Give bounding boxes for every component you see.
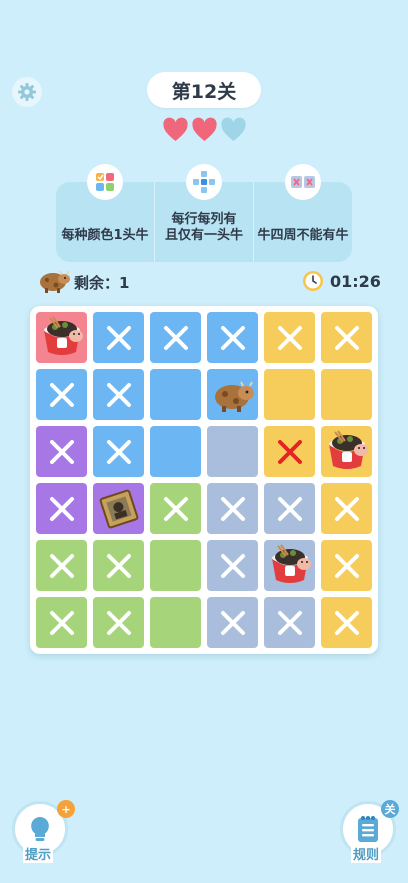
gear-icon xyxy=(18,83,36,101)
x-mark-icon xyxy=(275,494,305,524)
board-cell[interactable] xyxy=(93,597,144,648)
x-mark-icon xyxy=(218,323,248,353)
x-mark-icon xyxy=(332,551,362,581)
board-cell[interactable] xyxy=(36,483,87,534)
x-mark-icon xyxy=(47,494,77,524)
x-mark-icon xyxy=(104,551,134,581)
x-mark-icon xyxy=(104,323,134,353)
cow-icon xyxy=(40,270,70,293)
rules-label: 规则 xyxy=(351,844,382,863)
board-cell[interactable] xyxy=(264,426,315,477)
level-title-text: 第12关 xyxy=(171,80,237,103)
board-cell[interactable] xyxy=(321,369,372,420)
x-mark-icon xyxy=(104,608,134,638)
board-cell[interactable] xyxy=(93,426,144,477)
x-mark-icon xyxy=(47,608,77,638)
rule-one-per-row-column: 每行每列有 且仅有一头牛 xyxy=(154,164,253,262)
x-mark-icon xyxy=(218,608,248,638)
x-mark-icon xyxy=(161,323,191,353)
color-grid-icon xyxy=(87,164,123,200)
cow-bowl-icon xyxy=(323,429,371,474)
board-cell[interactable] xyxy=(264,369,315,420)
board-cell[interactable] xyxy=(264,312,315,363)
board-cell[interactable] xyxy=(150,369,201,420)
hint-label: 提示 xyxy=(23,844,54,863)
no-adjacent-icon xyxy=(285,164,321,200)
hint-plus-badge: + xyxy=(57,800,75,818)
rules-badge: 关 xyxy=(381,800,399,818)
board-cell[interactable] xyxy=(150,540,201,591)
board-cell[interactable] xyxy=(321,426,372,477)
board-cell[interactable] xyxy=(321,597,372,648)
x-mark-icon xyxy=(104,437,134,467)
board-cell[interactable] xyxy=(150,426,201,477)
heart-empty-icon xyxy=(220,117,247,145)
rules-panel: 每种颜色1头牛 每行每列有 且仅有一头牛 牛四周不能有牛 xyxy=(56,164,352,262)
lightbulb-icon xyxy=(31,817,49,841)
board-cell[interactable] xyxy=(36,597,87,648)
board-cell[interactable] xyxy=(150,597,201,648)
board-cell[interactable] xyxy=(93,483,144,534)
board-cell[interactable] xyxy=(207,597,258,648)
board-cell[interactable] xyxy=(150,483,201,534)
heart-full-icon xyxy=(162,117,189,145)
brown-cow-icon xyxy=(210,375,256,415)
rule-text: 每种颜色1头牛 xyxy=(61,228,149,243)
board-cell[interactable] xyxy=(93,369,144,420)
board-cell[interactable] xyxy=(93,540,144,591)
board-cell[interactable] xyxy=(321,540,372,591)
row-column-cross-icon xyxy=(186,164,222,200)
rules-document-icon xyxy=(358,816,378,842)
timer: 01:26 xyxy=(330,272,381,291)
board-cell[interactable] xyxy=(207,312,258,363)
rule-text: 牛四周不能有牛 xyxy=(257,228,349,243)
settings-button[interactable] xyxy=(12,77,42,107)
puzzle-board xyxy=(30,306,378,654)
clock-icon xyxy=(303,271,323,291)
board-cell[interactable] xyxy=(207,483,258,534)
x-mark-icon xyxy=(275,323,305,353)
board-cell[interactable] xyxy=(36,312,87,363)
x-mark-icon xyxy=(47,380,77,410)
board-cell[interactable] xyxy=(36,369,87,420)
board-cell[interactable] xyxy=(321,483,372,534)
board-cell[interactable] xyxy=(264,540,315,591)
lives-indicator xyxy=(161,117,247,145)
board-cell[interactable] xyxy=(207,540,258,591)
heart-full-icon xyxy=(191,117,218,145)
board-cell[interactable] xyxy=(36,540,87,591)
board-cell[interactable] xyxy=(321,312,372,363)
x-mark-icon xyxy=(332,323,362,353)
level-title: 第12关 xyxy=(147,72,261,108)
board-cell[interactable] xyxy=(264,483,315,534)
x-mark-icon xyxy=(104,380,134,410)
x-mark-icon xyxy=(47,551,77,581)
framed-cow-icon xyxy=(97,487,141,531)
remaining-count: 1 xyxy=(119,274,130,292)
remaining-label: 剩余： xyxy=(74,274,120,292)
rule-text: 每行每列有 且仅有一头牛 xyxy=(164,212,243,243)
cow-bowl-icon xyxy=(266,543,314,588)
status-row: 剩余：1 01:26 xyxy=(34,268,381,298)
cow-bowl-icon xyxy=(38,315,86,360)
x-mark-icon xyxy=(47,437,77,467)
board-cell[interactable] xyxy=(93,312,144,363)
remaining-counter: 剩余：1 xyxy=(74,272,129,293)
x-mark-icon xyxy=(218,494,248,524)
rule-no-adjacent: 牛四周不能有牛 xyxy=(253,164,352,262)
rule-one-cow-per-color: 每种颜色1头牛 xyxy=(56,164,154,262)
board-cell[interactable] xyxy=(150,312,201,363)
x-mark-icon xyxy=(332,494,362,524)
board-cell[interactable] xyxy=(207,426,258,477)
x-mark-icon xyxy=(161,494,191,524)
x-mark-icon xyxy=(332,608,362,638)
x-mark-icon xyxy=(218,551,248,581)
board-cell[interactable] xyxy=(264,597,315,648)
error-x-icon xyxy=(275,437,305,467)
board-cell[interactable] xyxy=(36,426,87,477)
board-cell[interactable] xyxy=(207,369,258,420)
x-mark-icon xyxy=(275,608,305,638)
